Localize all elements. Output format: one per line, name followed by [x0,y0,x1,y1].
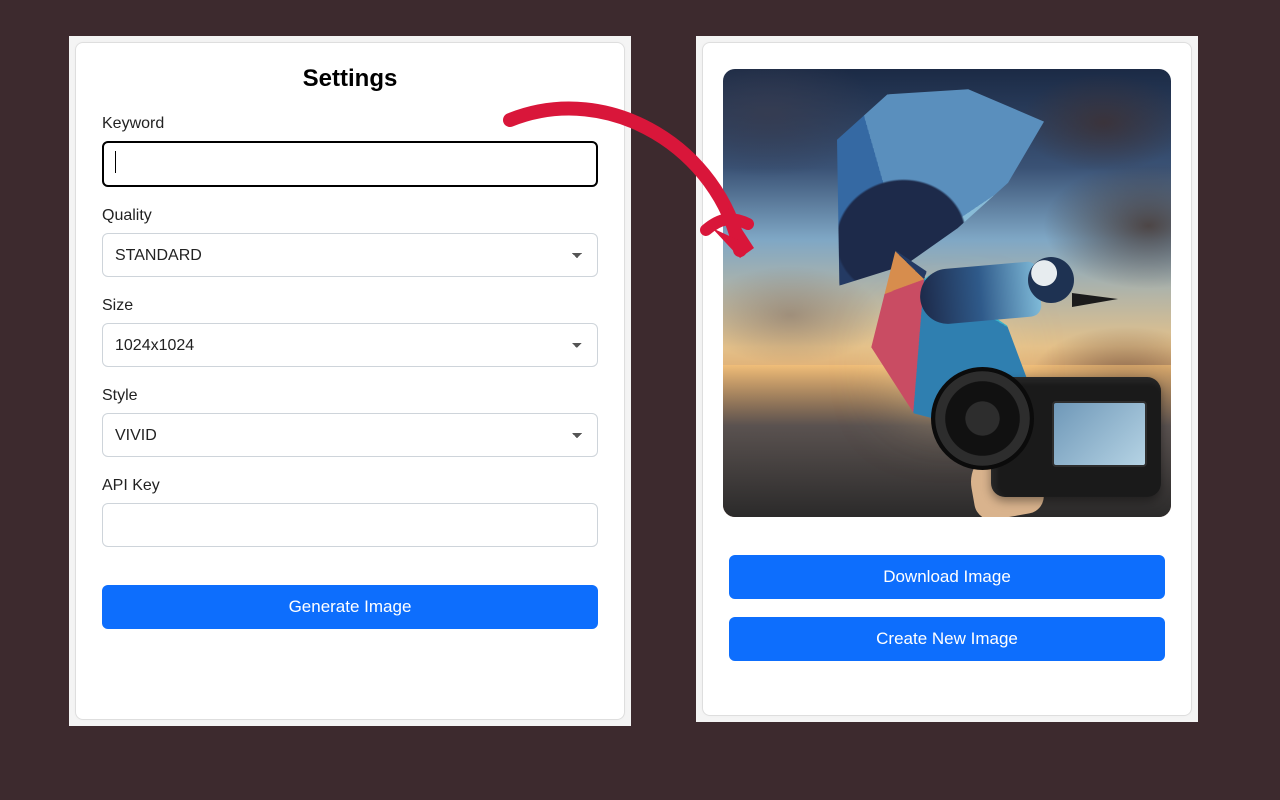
camera-lcd-graphic [1052,401,1147,467]
apikey-label: API Key [102,477,598,495]
style-group: Style VIVID [102,387,598,457]
style-label: Style [102,387,598,405]
keyword-label: Keyword [102,115,598,133]
generate-button[interactable]: Generate Image [102,585,598,629]
apikey-input[interactable] [102,503,598,547]
result-actions: Download Image Create New Image [721,555,1173,661]
size-group: Size 1024x1024 [102,297,598,367]
keyword-input[interactable] [102,141,598,187]
apikey-group: API Key [102,477,598,547]
bird-head-graphic [1028,257,1074,303]
size-select[interactable]: 1024x1024 [102,323,598,367]
quality-label: Quality [102,207,598,225]
text-caret-icon [115,151,116,173]
result-panel: Download Image Create New Image [696,36,1198,722]
download-button[interactable]: Download Image [729,555,1165,599]
settings-panel: Settings Keyword Quality STANDARD Size 1… [69,36,631,726]
result-card: Download Image Create New Image [702,42,1192,716]
size-label: Size [102,297,598,315]
quality-select[interactable]: STANDARD [102,233,598,277]
bird-beak-graphic [1072,293,1118,307]
camera-graphic [991,377,1161,497]
keyword-group: Keyword [102,115,598,187]
generated-image [723,69,1171,517]
bird-body-graphic [918,261,1042,326]
settings-card: Settings Keyword Quality STANDARD Size 1… [75,42,625,720]
settings-title: Settings [102,65,598,93]
style-select[interactable]: VIVID [102,413,598,457]
quality-group: Quality STANDARD [102,207,598,277]
create-new-button[interactable]: Create New Image [729,617,1165,661]
